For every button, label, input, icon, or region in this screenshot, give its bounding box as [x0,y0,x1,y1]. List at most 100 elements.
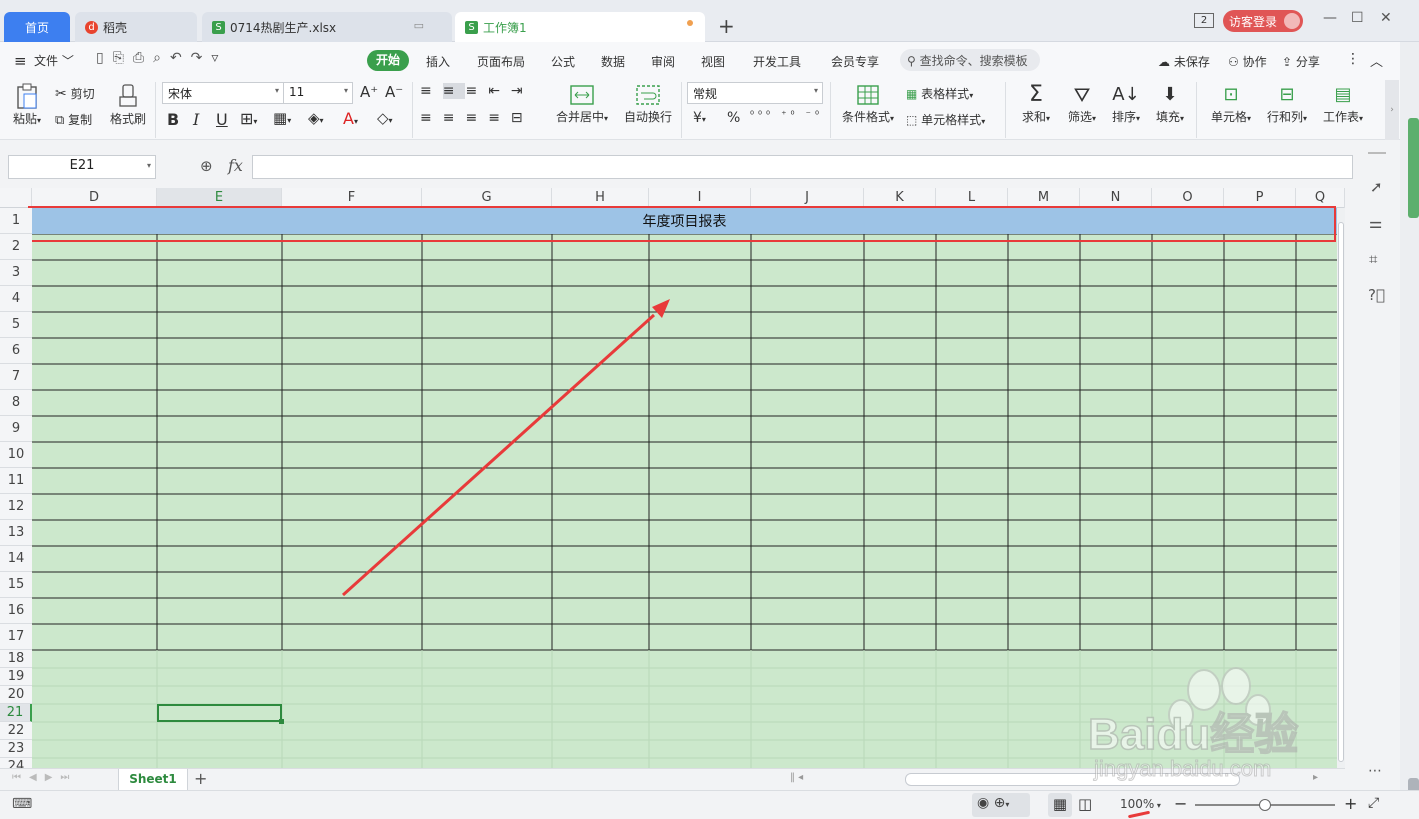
tab-home[interactable]: 首页 [4,12,70,42]
row-header-21[interactable]: 21 [0,704,32,722]
column-header-N[interactable]: N [1080,188,1152,208]
row-header-12[interactable]: 12 [0,494,32,520]
grid-vertical-scrollbar[interactable] [1337,208,1345,768]
file-menu[interactable]: 文件 ﹀ [34,52,74,69]
page-view-icon[interactable]: ◫ [1078,795,1092,813]
settings-sliders-icon[interactable]: ⚌ [1369,214,1382,232]
decimal-icons[interactable]: ⁰⁰⁰ ⁺⁰ ⁻⁰ [750,110,823,121]
zoom-slider[interactable] [1195,799,1335,811]
sheet-nav-icons[interactable]: ⏮◀▶⏭ [12,772,77,783]
row-header-17[interactable]: 17 [0,624,32,650]
row-header-9[interactable]: 9 [0,416,32,442]
row-header-23[interactable]: 23 [0,740,32,758]
filter-button[interactable]: ⛛ 筛选▾ [1064,82,1100,125]
normal-view-icon[interactable]: ▦ [1048,793,1072,817]
tab-daoke[interactable]: d 稻壳 [75,12,197,42]
command-search[interactable]: ⚲ 查找命令、搜索模板 [900,49,1040,71]
number-format-select[interactable]: 常规 ▾ [687,82,823,104]
tab-page-layout[interactable]: 页面布局 [477,53,525,70]
help-icon[interactable]: ?⃝ [1368,286,1385,304]
more-icon[interactable]: ⋮ [1346,51,1360,67]
format-painter-button[interactable]: 格式刷 [108,82,148,127]
select-all-corner[interactable] [0,188,32,208]
maximize-icon[interactable]: ☐ [1351,10,1364,26]
tab-start[interactable]: 开始 [367,50,409,71]
cell-area[interactable]: 年度项目报表 [28,206,1345,768]
tab-review[interactable]: 审阅 [651,53,675,70]
row-header-14[interactable]: 14 [0,546,32,572]
conditional-format-button[interactable]: 条件格式▾ [838,82,898,125]
new-tab-button[interactable]: + [718,14,735,38]
column-header-J[interactable]: J [751,188,864,208]
column-header-H[interactable]: H [552,188,649,208]
clear-format-icon[interactable]: ◇▾ [377,109,393,127]
row-header-6[interactable]: 6 [0,338,32,364]
increase-font-icon[interactable]: A⁺ [360,83,378,101]
row-header-5[interactable]: 5 [0,312,32,338]
column-header-G[interactable]: G [422,188,552,208]
underline-icon[interactable]: U [216,110,228,129]
cell-style-button[interactable]: ⬚ 单元格样式▾ [906,111,985,128]
vertical-scroll-thumb[interactable] [1338,222,1344,762]
font-select[interactable]: 宋体 ▾ [162,82,284,104]
sort-button[interactable]: A↓ 排序▾ [1108,82,1144,125]
tab-view[interactable]: 视图 [701,53,725,70]
column-header-O[interactable]: O [1152,188,1224,208]
window-count-badge[interactable]: 2 [1194,13,1214,28]
cell-fill-pattern-icon[interactable]: ▦▾ [273,109,291,127]
tab-workbook[interactable]: S 工作簿1 [455,12,705,42]
quick-access-icons[interactable]: ▯⎘⎙⌕↶↷▿ [96,50,227,66]
row-header-19[interactable]: 19 [0,668,32,686]
formula-input[interactable] [252,155,1353,179]
scroll-right-icon[interactable]: ▸ [1313,772,1318,783]
close-icon[interactable]: ✕ [1380,10,1392,26]
tab-formula[interactable]: 公式 [551,53,575,70]
column-header-Q[interactable]: Q [1296,188,1345,208]
table-style-button[interactable]: ▦ 表格样式▾ [906,85,973,102]
share-button[interactable]: ⇪ 分享 [1282,53,1320,70]
merge-center-button[interactable]: 合并居中▾ [553,82,611,125]
window-scroll-thumb[interactable] [1408,118,1419,218]
column-header-D[interactable]: D [32,188,157,208]
zoom-in-icon[interactable]: + [1344,794,1357,813]
italic-icon[interactable]: I [193,110,199,129]
horizontal-scroll-thumb[interactable] [905,773,1240,786]
row-header-10[interactable]: 10 [0,442,32,468]
sum-button[interactable]: Σ 求和▾ [1018,82,1054,125]
fill-handle[interactable] [279,719,284,724]
horizontal-align-icons[interactable]: ≡≡≡≡⊟ [420,110,534,126]
shape-icon[interactable]: ⌗ [1369,250,1377,268]
fill-button[interactable]: ⬇ 填充▾ [1152,82,1188,125]
sheet-tab-sheet1[interactable]: Sheet1 [118,769,188,791]
column-header-K[interactable]: K [864,188,936,208]
collab-button[interactable]: ⚇ 协作 [1228,53,1267,70]
more-options-icon[interactable]: ⋯ [1368,763,1382,779]
tab-developer[interactable]: 开发工具 [753,53,801,70]
row-header-20[interactable]: 20 [0,686,32,704]
row-header-2[interactable]: 2 [0,234,32,260]
ribbon-scroll-right[interactable]: › [1385,80,1399,140]
column-header-E[interactable]: E [157,188,282,208]
paste-button[interactable]: 粘贴▾ [9,82,45,127]
decrease-font-icon[interactable]: A⁻ [385,83,403,101]
minimize-icon[interactable]: — [1323,10,1337,26]
row-col-button[interactable]: ⊟ 行和列▾ [1263,82,1311,125]
row-header-13[interactable]: 13 [0,520,32,546]
row-header-15[interactable]: 15 [0,572,32,598]
row-header-18[interactable]: 18 [0,650,32,668]
column-header-M[interactable]: M [1008,188,1080,208]
column-header-P[interactable]: P [1224,188,1296,208]
spreadsheet-grid[interactable]: DEFGHIJKLMNOPQ 年度项目报表 1 2 3 4 5 6 7 8 9 10 11 12 13 1… [0,188,1345,768]
copy-button[interactable]: ⧉ 复制 [55,111,92,128]
wrap-text-button[interactable]: 自动换行 [622,82,674,125]
border-icon[interactable]: ⊞▾ [240,109,257,128]
worksheet-button[interactable]: ▤ 工作表▾ [1319,82,1367,125]
font-size-select[interactable]: 11 ▾ [283,82,353,104]
column-header-L[interactable]: L [936,188,1008,208]
row-header-7[interactable]: 7 [0,364,32,390]
fill-color-icon[interactable]: ◈▾ [308,109,324,127]
row-header-11[interactable]: 11 [0,468,32,494]
vertical-align-icons[interactable]: ≡≡≡⇤⇥ [420,83,534,99]
column-header-I[interactable]: I [649,188,751,208]
unsaved-status[interactable]: ☁ 未保存 [1158,53,1210,70]
